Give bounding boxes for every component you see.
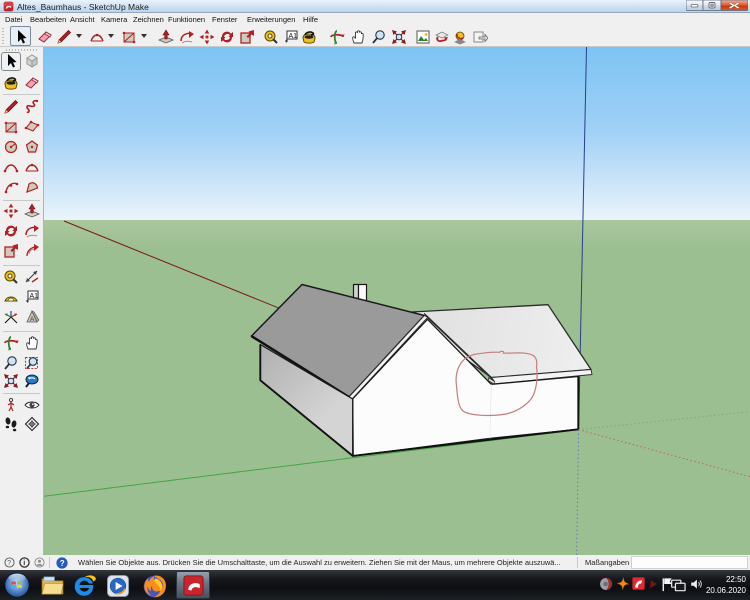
svg-text:?: ?	[60, 558, 65, 567]
svg-text:i: i	[23, 558, 25, 567]
svg-text:?: ?	[7, 560, 11, 567]
